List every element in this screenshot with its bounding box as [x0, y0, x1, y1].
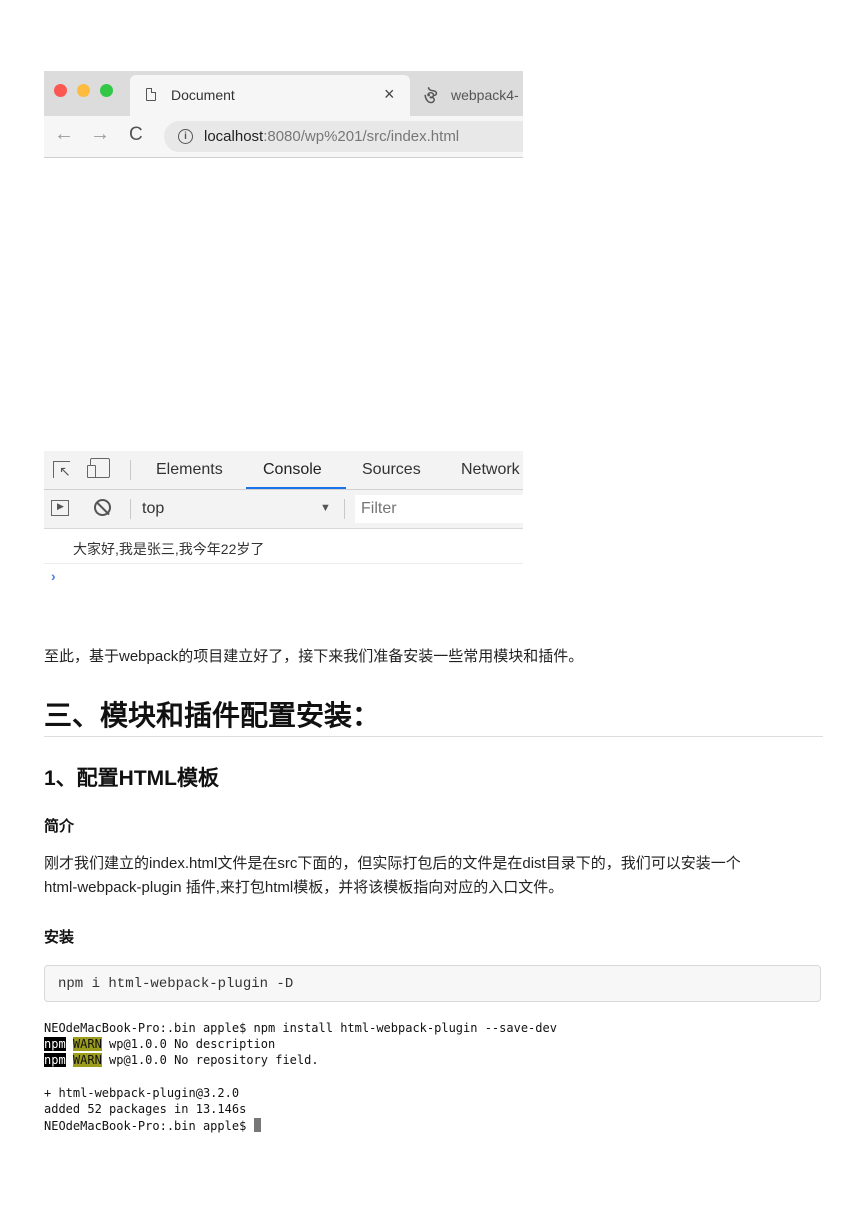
tab-title: Document	[171, 87, 235, 103]
devtools-screenshot: Elements Console Sources Network top ▼ 大…	[44, 451, 523, 565]
tab-console[interactable]: Console	[263, 461, 322, 479]
terminal-command-line: NEOdeMacBook-Pro:.bin apple$ npm install…	[44, 1021, 557, 1035]
warn-tag: WARN	[72, 1037, 102, 1051]
terminal-warn-line: npm WARN wp@1.0.0 No repository field.	[44, 1052, 319, 1069]
npm-tag: npm	[44, 1037, 66, 1051]
url-text: localhost:8080/wp%201/src/index.html	[204, 128, 459, 145]
forward-arrow-icon[interactable]: →	[90, 123, 110, 146]
console-output: 大家好,我是张三,我今年22岁了	[44, 529, 523, 565]
npm-tag: npm	[44, 1053, 66, 1067]
devtools-toolbar: Elements Console Sources Network	[44, 451, 523, 490]
address-bar: ← → C i localhost:8080/wp%201/src/index.…	[44, 116, 523, 158]
intro-heading: 简介	[44, 818, 75, 835]
filter-input[interactable]	[355, 495, 523, 523]
close-window-button[interactable]	[54, 84, 67, 97]
divider	[44, 563, 523, 564]
divider	[130, 499, 131, 519]
console-filter-bar: top ▼	[44, 490, 523, 529]
webpack-favicon-icon: ঔ	[424, 90, 438, 107]
terminal-screenshot: NEOdeMacBook-Pro:.bin apple$ npm install…	[44, 1020, 684, 1138]
terminal-result-line: + html-webpack-plugin@3.2.0	[44, 1086, 240, 1100]
terminal-result-line: added 52 packages in 13.146s	[44, 1102, 247, 1116]
divider	[344, 499, 345, 519]
browser-screenshot: Document × ঔ webpack4- ← → C i localhost…	[44, 71, 523, 158]
tab-document[interactable]: Document ×	[130, 75, 410, 116]
document-icon	[146, 88, 156, 101]
section-heading: 三、模块和插件配置安装：	[44, 700, 381, 731]
paragraph-summary: 至此，基于webpack的项目建立好了，接下来我们准备安装一些常用模块和插件。	[44, 648, 584, 665]
terminal-warn-line: npm WARN wp@1.0.0 No description	[44, 1036, 275, 1053]
browser-tab-bar: Document × ঔ webpack4-	[44, 71, 523, 116]
heading-divider	[44, 736, 823, 737]
clear-console-icon[interactable]	[94, 499, 111, 516]
subsection-heading: 1、配置HTML模板	[44, 767, 219, 790]
context-select[interactable]: top	[142, 500, 164, 518]
console-log-message: 大家好,我是张三,我今年22岁了	[73, 541, 265, 557]
tab-sources[interactable]: Sources	[362, 461, 421, 479]
active-tab-indicator	[246, 487, 346, 489]
terminal-prompt: NEOdeMacBook-Pro:.bin apple$	[44, 1119, 254, 1133]
warn-text: wp@1.0.0 No repository field.	[101, 1053, 319, 1067]
warn-tag: WARN	[72, 1053, 102, 1067]
divider	[130, 460, 131, 480]
inspect-element-icon[interactable]	[53, 461, 71, 480]
paragraph-intro-line2: html-webpack-plugin 插件,来打包html模板，并将该模板指向…	[44, 879, 564, 896]
url-input[interactable]: i localhost:8080/wp%201/src/index.html	[164, 121, 523, 152]
tab-webpack[interactable]: webpack4-	[451, 87, 519, 103]
code-block: npm i html-webpack-plugin -D	[44, 965, 821, 1002]
terminal-prompt-line: NEOdeMacBook-Pro:.bin apple$	[44, 1118, 261, 1135]
reload-icon[interactable]: C	[129, 124, 143, 146]
console-prompt-icon[interactable]: ›	[51, 568, 56, 584]
terminal-cursor	[253, 1118, 261, 1132]
info-icon[interactable]: i	[178, 129, 193, 144]
close-tab-icon[interactable]: ×	[384, 84, 395, 105]
device-toolbar-icon[interactable]	[87, 458, 110, 478]
zoom-window-button[interactable]	[100, 84, 113, 97]
back-arrow-icon[interactable]: ←	[54, 123, 74, 146]
sidebar-toggle-icon[interactable]	[51, 500, 69, 516]
dropdown-arrow-icon[interactable]: ▼	[320, 502, 331, 514]
paragraph-intro: 刚才我们建立的index.html文件是在src下面的，但实际打包后的文件是在d…	[44, 852, 834, 900]
warn-text: wp@1.0.0 No description	[101, 1037, 276, 1051]
paragraph-intro-line1: 刚才我们建立的index.html文件是在src下面的，但实际打包后的文件是在d…	[44, 855, 741, 872]
tab-network[interactable]: Network	[461, 461, 520, 479]
install-heading: 安装	[44, 929, 75, 946]
tab-elements[interactable]: Elements	[156, 461, 223, 479]
minimize-window-button[interactable]	[77, 84, 90, 97]
code-text: npm i html-webpack-plugin -D	[58, 976, 294, 992]
url-host: localhost	[204, 128, 264, 145]
url-path: :8080/wp%201/src/index.html	[263, 128, 460, 145]
